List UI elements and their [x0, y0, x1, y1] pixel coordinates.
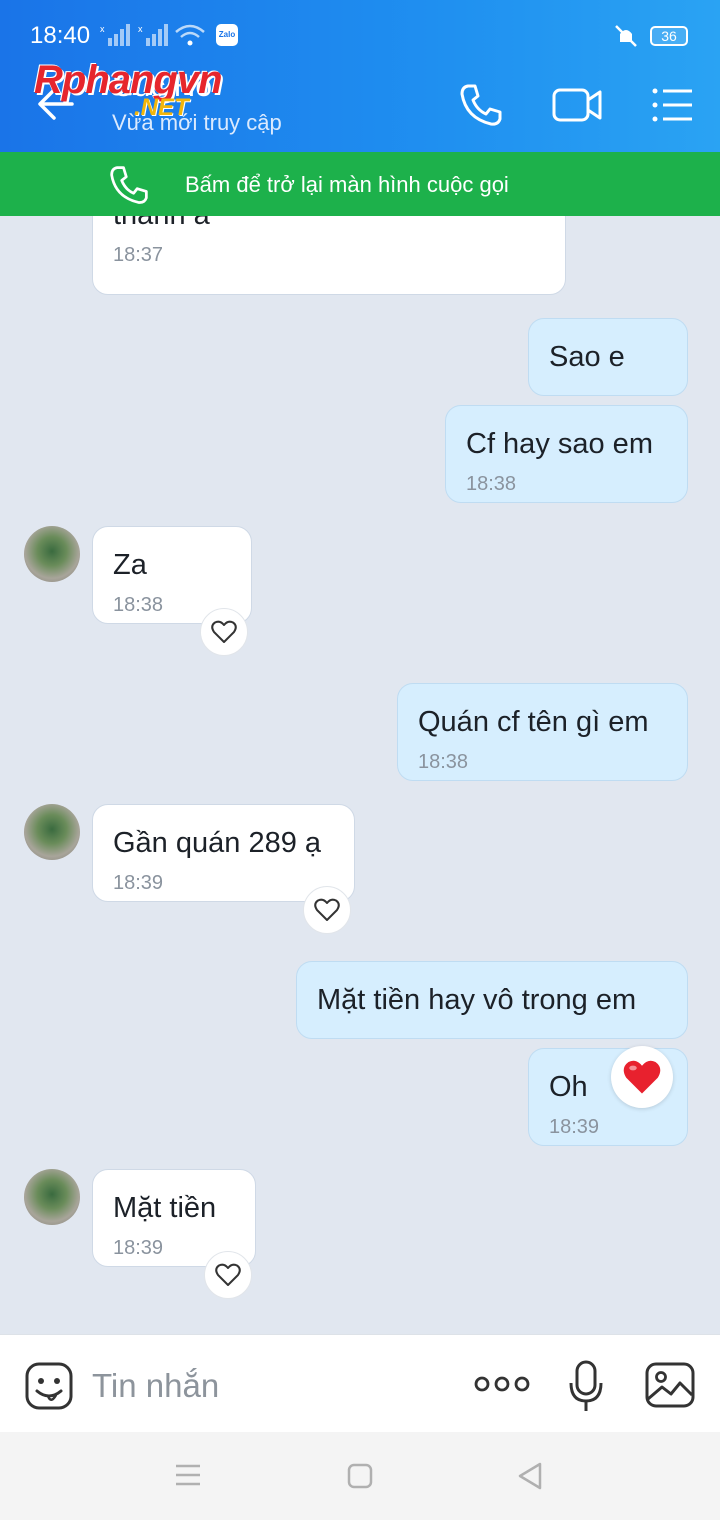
message-text: Mặt tiền [113, 1192, 217, 1224]
image-gallery-icon[interactable] [644, 1361, 696, 1409]
message-text: Oh [549, 1071, 588, 1103]
outgoing-message-bubble[interactable]: Cf hay sao em 18:38 [445, 405, 688, 503]
message-list[interactable]: thành á 18:37 Sao e Cf hay sao em 18:38 … [0, 216, 720, 1334]
red-heart-icon [623, 1060, 661, 1094]
wifi-icon [175, 24, 205, 46]
contact-avatar[interactable] [24, 1169, 80, 1225]
video-call-icon[interactable] [552, 82, 604, 128]
heart-reaction-badge[interactable] [611, 1046, 673, 1108]
incoming-message-bubble[interactable]: thành á 18:37 [92, 216, 566, 295]
outgoing-message-bubble[interactable]: Mặt tiền hay vô trong em [296, 961, 688, 1039]
menu-list-icon[interactable] [650, 82, 694, 128]
watermark-logo-suffix: .NET [134, 94, 189, 121]
message-composer: Tin nhắn [0, 1334, 720, 1432]
message-text: Quán cf tên gì em [418, 706, 649, 738]
incoming-message-bubble[interactable]: Gần quán 289 ạ 18:39 [92, 804, 355, 902]
message-text: Gần quán 289 ạ [113, 827, 322, 859]
message-text: thành á [113, 216, 210, 232]
contact-avatar[interactable] [24, 804, 80, 860]
return-to-call-text: Bấm để trở lại màn hình cuộc gọi [185, 172, 509, 197]
heart-outline-icon [215, 1263, 241, 1286]
message-time: 18:39 [549, 1116, 600, 1138]
svg-text:x: x [100, 24, 105, 34]
back-nav-icon[interactable] [516, 1461, 544, 1491]
status-time: 18:40 [30, 22, 91, 49]
sticker-emoji-icon[interactable] [24, 1361, 74, 1411]
system-navigation-bar [0, 1432, 720, 1520]
more-options-icon[interactable] [474, 1373, 530, 1395]
phone-call-icon[interactable] [458, 82, 504, 128]
message-time: 18:38 [418, 751, 469, 773]
message-text: Za [113, 549, 147, 581]
react-heart-button[interactable] [303, 886, 351, 934]
react-heart-button[interactable] [204, 1251, 252, 1299]
message-time: 18:38 [466, 473, 517, 495]
home-icon[interactable] [347, 1463, 373, 1489]
svg-text:x: x [138, 24, 143, 34]
phone-icon [110, 166, 148, 204]
message-input[interactable]: Tin nhắn [92, 1367, 219, 1405]
cell-signal-icon: x [100, 24, 130, 46]
watermark-logo: Rphangvn [34, 58, 223, 102]
message-time: 18:39 [113, 872, 164, 894]
heart-outline-icon [211, 620, 237, 643]
message-text: Mặt tiền hay vô trong em [317, 984, 637, 1016]
muted-bell-icon [615, 25, 637, 47]
contact-avatar[interactable] [24, 526, 80, 582]
message-text: Cf hay sao em [466, 428, 653, 460]
message-text: Sao e [549, 341, 625, 373]
message-time: 18:37 [113, 244, 164, 266]
outgoing-message-bubble[interactable]: Sao e [528, 318, 688, 396]
return-to-call-banner[interactable]: Bấm để trở lại màn hình cuộc gọi [0, 152, 720, 216]
recent-apps-icon[interactable] [174, 1462, 202, 1488]
react-heart-button[interactable] [200, 608, 248, 656]
message-time: 18:38 [113, 594, 164, 616]
battery-indicator: 36 [650, 26, 688, 46]
microphone-icon[interactable] [568, 1359, 604, 1413]
message-time: 18:39 [113, 1237, 164, 1259]
outgoing-message-bubble[interactable]: Quán cf tên gì em 18:38 [397, 683, 688, 781]
status-bar: 18:40 x x Zalo 36 [0, 0, 720, 56]
chat-header: Cuc Ho Vừa mới truy cập Rphangvn .NET [0, 56, 720, 152]
cell-signal-2-icon: x [138, 24, 168, 46]
zalo-app-icon: Zalo [216, 24, 238, 46]
heart-outline-icon [314, 898, 340, 921]
